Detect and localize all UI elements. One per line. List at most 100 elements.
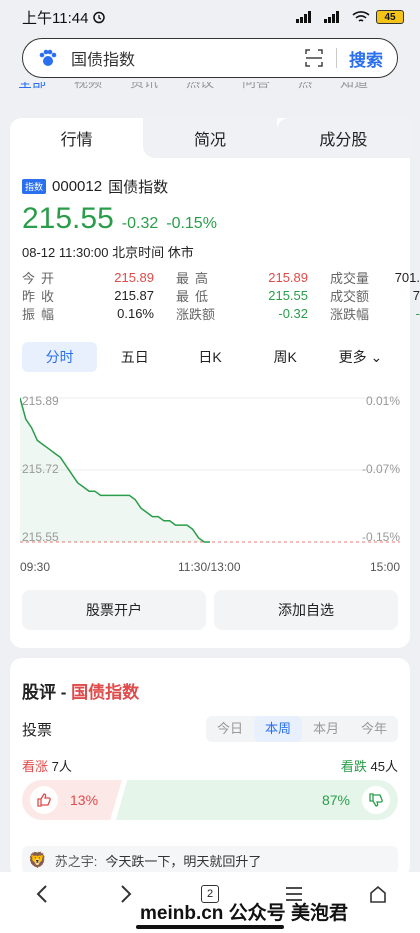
battery-icon: 45 <box>376 10 404 24</box>
y-pct-tick-label: -0.07% <box>361 462 400 476</box>
top-tab[interactable]: 热 <box>298 82 312 92</box>
vote-bar: 13% 87% <box>22 780 398 820</box>
price: 215.55 <box>22 202 114 235</box>
avatar: 🦁 <box>28 852 47 869</box>
top-tab[interactable]: 知道 <box>340 82 368 92</box>
up-votes: 看涨 7人 <box>22 756 72 775</box>
stat-value: 215.87 <box>114 287 154 303</box>
stat-value: 215.89 <box>268 269 308 285</box>
down-count: 45人 <box>370 759 398 774</box>
search-input[interactable]: 国债指数 <box>71 46 304 70</box>
open-account-button[interactable]: 股票开户 <box>22 590 206 630</box>
index-code: 000012 <box>52 178 103 195</box>
back-button[interactable] <box>0 872 84 916</box>
status-time: 上午11:44 <box>22 7 296 28</box>
stat-value: -0.32 <box>278 305 308 321</box>
period-tabs: 分时 五日 日K 周K 更多 ⌄ <box>22 342 398 372</box>
stat-label: 成交量 <box>330 270 370 286</box>
tab-more[interactable]: 更多 ⌄ <box>323 342 398 372</box>
y-pct-tick-label: 0.01% <box>365 394 400 408</box>
stat-label: 最低 <box>176 288 215 304</box>
clock: 上午11:44 <box>22 9 89 27</box>
tab-5day[interactable]: 五日 <box>97 342 172 372</box>
action-buttons: 股票开户 添加自选 <box>22 590 398 630</box>
stat-value: 701. <box>394 269 420 285</box>
stat-value: 215.89 <box>114 269 154 285</box>
stat-label: 涨跌幅 <box>330 306 370 322</box>
vote-up-button[interactable]: 13% <box>22 780 122 820</box>
divider <box>336 48 337 68</box>
paw-icon <box>39 49 57 66</box>
up-pct: 13% <box>70 792 99 808</box>
search-bar[interactable]: 国债指数 搜索 <box>22 38 398 78</box>
quote-datetime: 08-12 11:30:00 <box>22 245 109 260</box>
y-tick-label: 215.89 <box>22 394 59 408</box>
stat-value: 7 <box>412 287 420 303</box>
y-tick-label: 215.72 <box>22 462 59 476</box>
comment-user: 苏之宇: <box>54 853 98 869</box>
back-icon <box>36 885 47 903</box>
signal-icon-2 <box>324 11 339 23</box>
up-count: 7人 <box>51 759 72 774</box>
stats-table: 今开 215.89 最高 215.89 成交量 701. 昨收 215.87 最… <box>22 268 420 322</box>
top-tab[interactable]: 全部 <box>18 82 46 92</box>
vote-tab-month[interactable]: 本月 <box>302 716 350 742</box>
tab-market[interactable]: 行情 <box>10 118 144 158</box>
tab-components[interactable]: 成分股 <box>276 118 410 158</box>
wifi-icon <box>352 11 370 22</box>
thumbs-up-icon <box>30 786 58 814</box>
stat-label: 涨跌额 <box>176 306 216 322</box>
top-tab[interactable]: 资讯 <box>130 82 158 92</box>
vote-tab-today[interactable]: 今日 <box>206 716 254 742</box>
stat-label: 昨收 <box>22 288 61 304</box>
stat-value: - <box>415 305 420 321</box>
comment-item[interactable]: 🦁 苏之宇: 今天跌一下，明天就回升了 <box>22 846 398 874</box>
tab-weekly-k[interactable]: 周K <box>248 342 323 372</box>
chart-svg <box>20 397 400 543</box>
stat-label: 最高 <box>176 270 215 286</box>
thumbs-down-icon <box>362 786 390 814</box>
x-tick-label: 09:30 <box>20 560 51 574</box>
vote-tab-year[interactable]: 今年 <box>350 716 398 742</box>
tab-overview[interactable]: 简况 <box>143 118 277 158</box>
stat-value: 0.16% <box>117 305 154 321</box>
status-bar: 上午11:44 45 <box>0 0 420 34</box>
y-pct-tick-label: -0.15% <box>361 530 400 544</box>
top-tab[interactable]: 视频 <box>74 82 102 92</box>
stat-row: 今开 215.89 最高 215.89 成交量 701. <box>22 268 420 286</box>
chevron-down-icon: ⌄ <box>370 349 383 365</box>
top-tab[interactable]: 问答 <box>242 82 270 92</box>
price-row: 215.55 -0.32 -0.15% <box>22 202 217 236</box>
quote-card: 行情 简况 成分股 指数 000012 国债指数 215.55 -0.32 -0… <box>10 118 420 648</box>
down-pct: 87% <box>321 792 350 808</box>
intraday-chart: 215.89 215.72 215.55 0.01% -0.07% -0.15%… <box>20 390 400 580</box>
search-button[interactable]: 搜索 <box>349 46 383 71</box>
quote-timezone: 北京时间 <box>112 245 165 260</box>
stat-row: 昨收 215.87 最低 215.55 成交额 7 <box>22 286 420 304</box>
status-icons: 45 <box>296 10 404 24</box>
forward-icon <box>121 885 132 903</box>
down-votes: 看跌 45人 <box>72 756 398 775</box>
vote-tabs: 今日 本周 本月 今年 <box>206 716 398 742</box>
review-title-prefix: 股评 - <box>22 683 67 702</box>
vote-counts: 看涨 7人 看跌 45人 <box>22 756 398 775</box>
x-tick-label: 11:30/13:00 <box>178 560 241 574</box>
vote-down-button[interactable]: 87% <box>116 780 398 820</box>
up-label: 看涨 <box>22 759 49 774</box>
scan-icon[interactable] <box>304 48 324 68</box>
alarm-icon <box>93 11 106 24</box>
seg-tabs: 行情 简况 成分股 <box>10 118 410 158</box>
tab-daily-k[interactable]: 日K <box>172 342 247 372</box>
vote-label: 投票 <box>22 721 53 739</box>
add-watchlist-button[interactable]: 添加自选 <box>214 590 398 630</box>
review-title: 股评 - 国债指数 <box>22 678 139 703</box>
home-button[interactable] <box>336 872 420 916</box>
tab-intraday[interactable]: 分时 <box>22 342 98 372</box>
review-card: 股评 - 国债指数 投票 今日 本周 本月 今年 看涨 7人 看跌 45人 13… <box>10 658 410 878</box>
stat-value: 215.55 <box>268 287 308 303</box>
quote-time: 08-12 11:30:00 北京时间 休市 <box>22 242 194 261</box>
x-tick-label: 15:00 <box>369 560 400 574</box>
home-indicator <box>136 925 284 929</box>
vote-tab-week[interactable]: 本周 <box>254 716 302 742</box>
top-tab[interactable]: 热议 <box>186 82 214 92</box>
